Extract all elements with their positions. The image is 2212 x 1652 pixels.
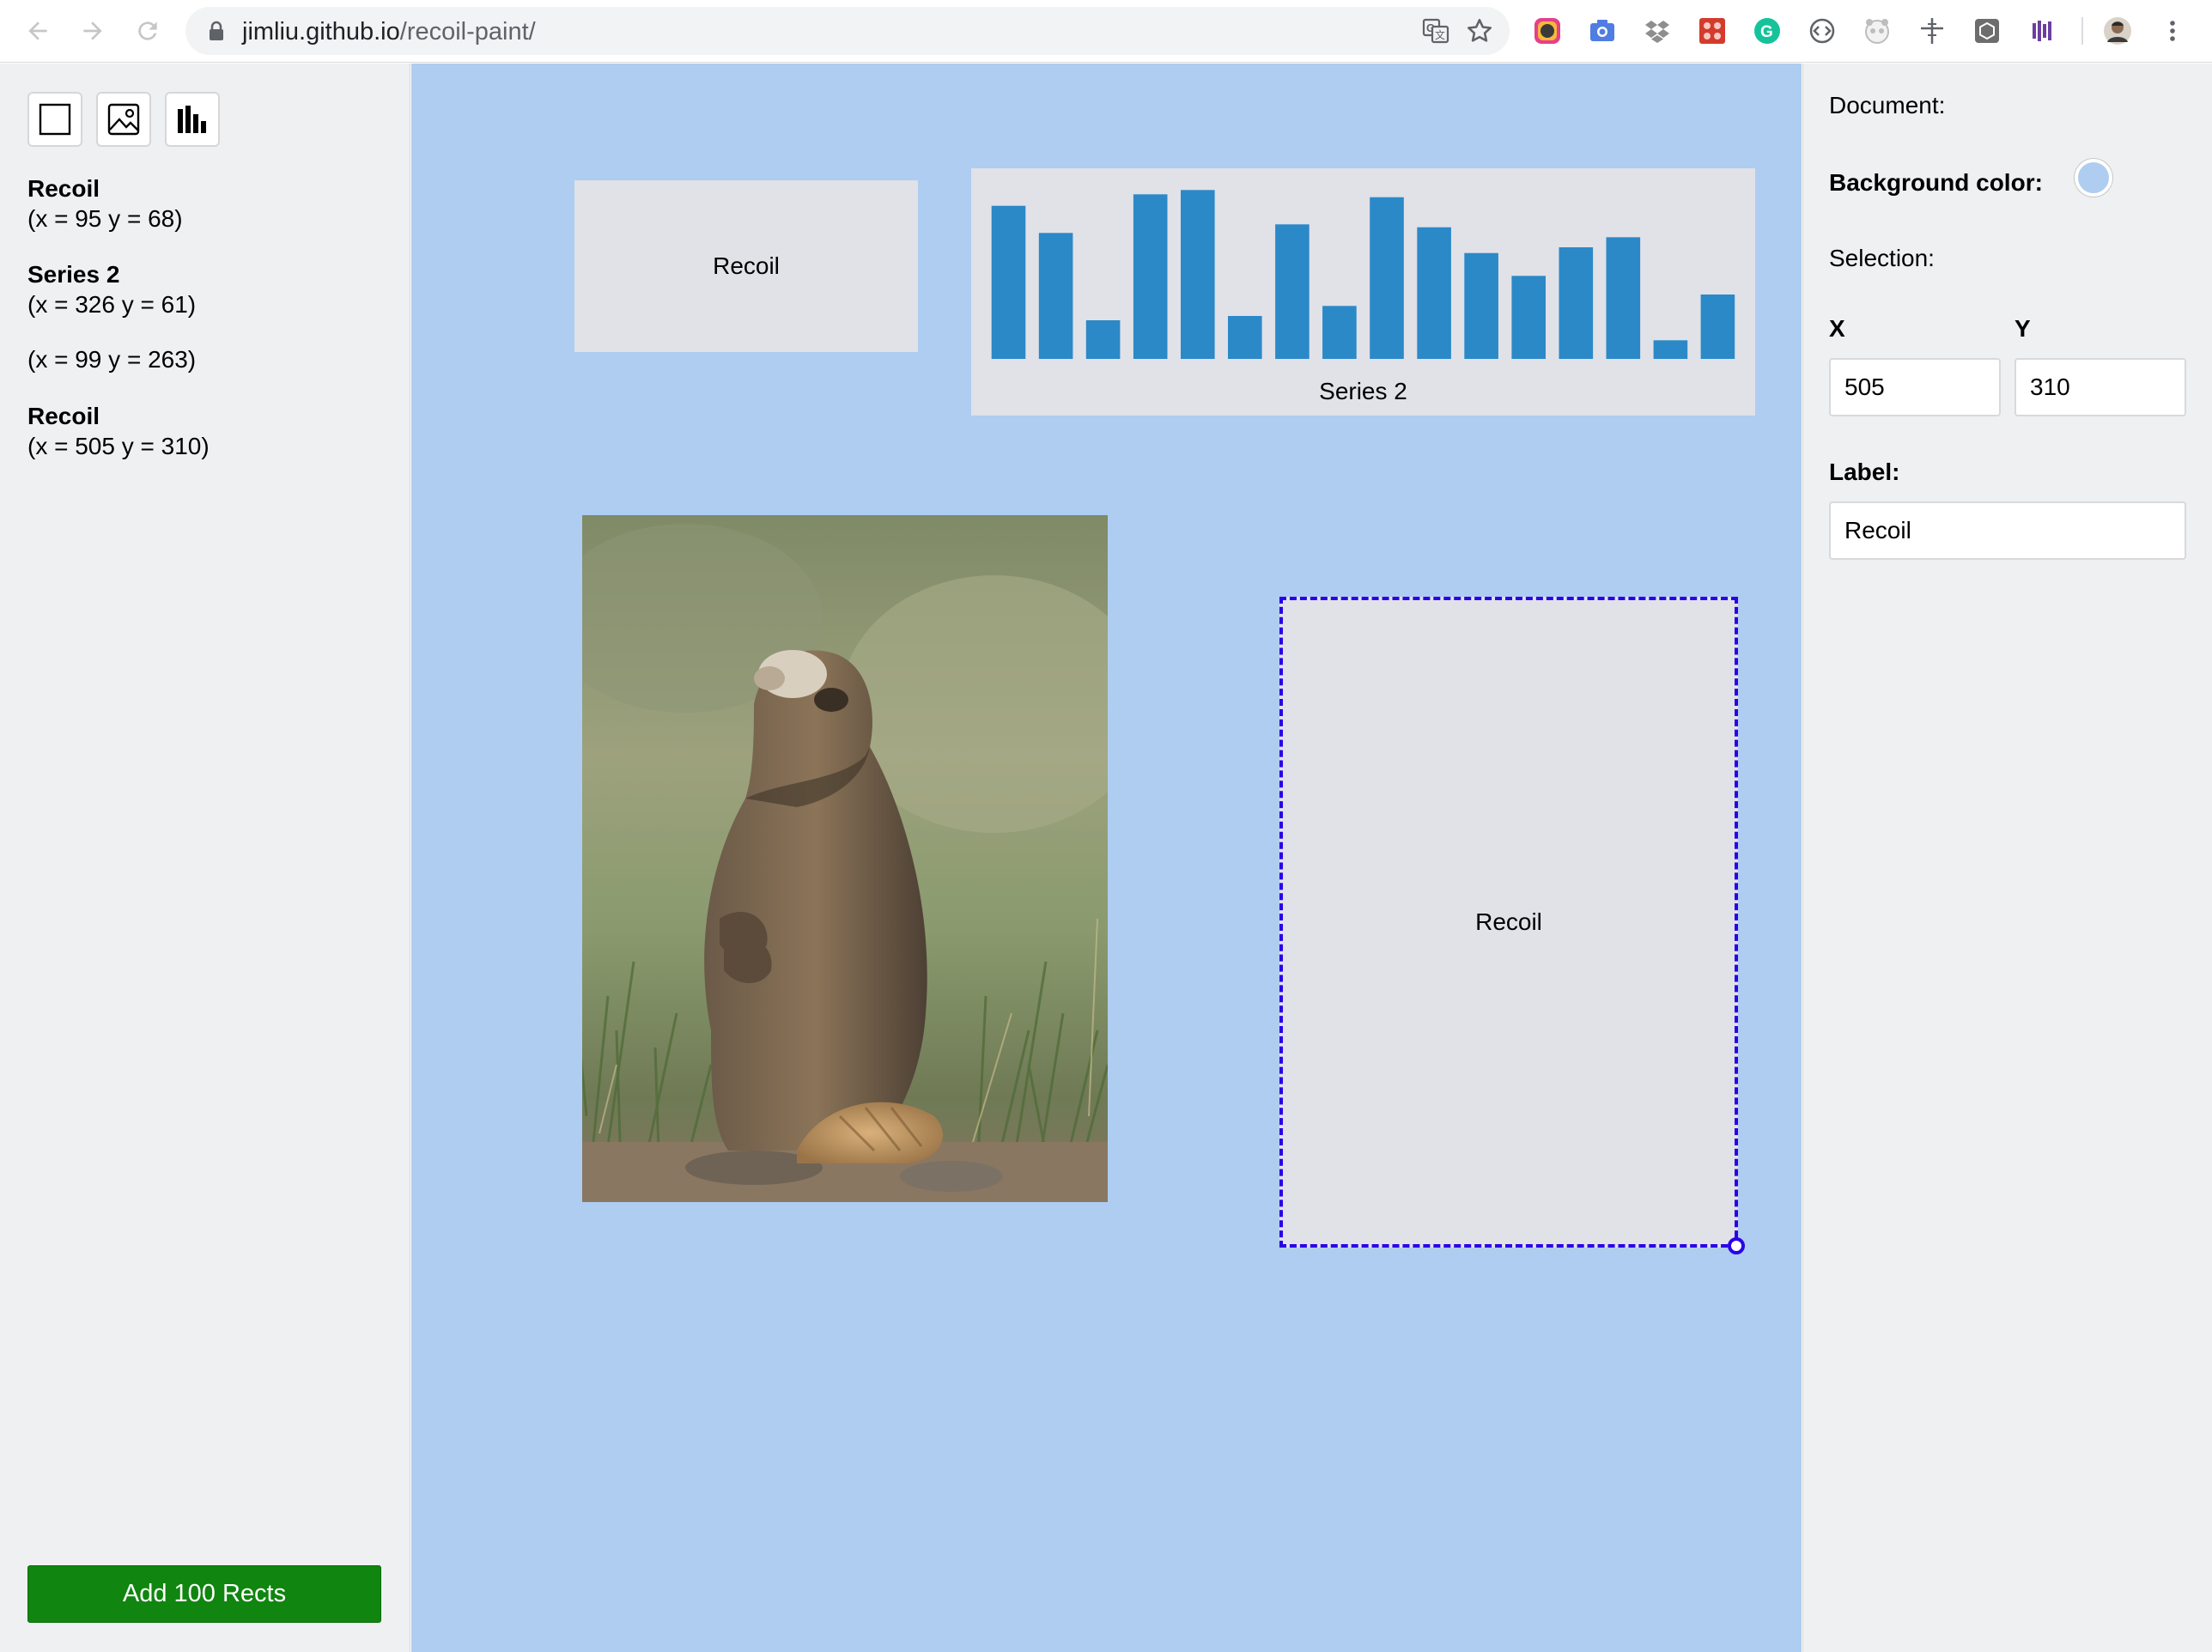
x-field-label: X xyxy=(1829,315,1845,342)
address-bar[interactable]: jimliu.github.io/recoil-paint/ G 文 xyxy=(185,7,1510,55)
toolbar-divider xyxy=(2081,17,2083,45)
chart-bar xyxy=(1275,224,1310,359)
chart-bar xyxy=(1700,295,1735,359)
layer-name: Series 2 xyxy=(27,261,120,288)
url-text: jimliu.github.io/recoil-paint/ xyxy=(242,18,536,46)
chart-bar xyxy=(1464,252,1498,359)
chart-bar xyxy=(1228,316,1262,359)
browser-toolbar: jimliu.github.io/recoil-paint/ G 文 G xyxy=(0,0,2212,63)
translate-icon[interactable]: G 文 xyxy=(1422,17,1449,45)
x-input[interactable] xyxy=(1829,358,2001,416)
chart-bar xyxy=(1417,227,1451,359)
bars-extension-icon[interactable] xyxy=(2027,15,2057,46)
layer-item[interactable]: (x = 99 y = 263) xyxy=(27,344,196,374)
label-field-label: Label: xyxy=(1829,459,1900,485)
bar-chart xyxy=(991,190,1735,359)
y-input[interactable] xyxy=(2014,358,2186,416)
more-menu-icon[interactable] xyxy=(2157,15,2188,46)
chart-bar xyxy=(1559,247,1594,359)
canvas[interactable]: Recoil Series 2 Recoil xyxy=(411,64,1802,1652)
lock-icon xyxy=(210,21,223,40)
chart-bar xyxy=(1181,190,1215,359)
profile-avatar[interactable] xyxy=(2102,15,2133,46)
dropbox-extension-icon[interactable] xyxy=(1642,15,1673,46)
layer-item[interactable]: Recoil (x = 505 y = 310) xyxy=(27,401,210,461)
camera-extension-icon[interactable] xyxy=(1587,15,1618,46)
add-chart-button[interactable] xyxy=(165,92,220,147)
layer-coords: (x = 326 y = 61) xyxy=(27,291,197,318)
layer-coords: (x = 95 y = 68) xyxy=(27,205,183,232)
url-host: jimliu.github.io xyxy=(242,18,400,46)
rect-tool-icon xyxy=(39,103,71,136)
layers-sidebar: Recoil (x = 95 y = 68) Series 2 (x = 326… xyxy=(0,64,410,1652)
ruler-extension-icon[interactable] xyxy=(1917,15,1948,46)
label-input[interactable] xyxy=(1829,501,2186,560)
chart-bar xyxy=(1085,320,1121,359)
background-color-picker[interactable] xyxy=(2075,159,2112,197)
chart-bar xyxy=(1606,237,1641,359)
url-path: /recoil-paint/ xyxy=(399,18,536,46)
rect-label: Recoil xyxy=(713,252,780,279)
selection-heading: Selection: xyxy=(1829,245,1935,271)
document-heading: Document: xyxy=(1829,92,1946,118)
layer-item[interactable]: Recoil (x = 95 y = 68) xyxy=(27,173,183,234)
canvas-rect-selected[interactable]: Recoil xyxy=(1279,597,1738,1248)
rect-label: Recoil xyxy=(1475,908,1542,935)
chart-bar xyxy=(1511,276,1546,359)
chart-bar xyxy=(1370,197,1404,359)
cube-extension-icon[interactable] xyxy=(1972,15,2002,46)
layer-item[interactable]: Series 2 (x = 326 y = 61) xyxy=(27,259,196,319)
panda-extension-icon[interactable] xyxy=(1862,15,1893,46)
canvas-chart[interactable]: Series 2 xyxy=(971,168,1755,416)
layer-name: Recoil xyxy=(27,175,100,202)
add-rect-button[interactable] xyxy=(27,92,82,147)
layer-coords: (x = 505 y = 310) xyxy=(27,433,210,459)
chart-bar xyxy=(1322,306,1357,359)
resize-handle[interactable] xyxy=(1728,1237,1745,1254)
canvas-rect[interactable]: Recoil xyxy=(574,180,918,352)
puzzle-extension-icon[interactable] xyxy=(1697,15,1728,46)
marmot-photo xyxy=(582,515,1108,1202)
inspector-panel: Document: Background color: Selection: X… xyxy=(1802,64,2212,1652)
code-extension-icon[interactable] xyxy=(1807,15,1838,46)
star-icon[interactable] xyxy=(1465,16,1494,46)
canvas-image[interactable] xyxy=(582,515,1108,1202)
svg-text:G: G xyxy=(1760,23,1773,41)
y-field-label: Y xyxy=(2014,315,2031,342)
layer-coords: (x = 99 y = 263) xyxy=(27,346,197,373)
color-picker-extension-icon[interactable] xyxy=(1532,15,1563,46)
reload-icon[interactable] xyxy=(131,14,165,48)
forward-icon[interactable] xyxy=(76,14,110,48)
chart-bar xyxy=(1133,194,1168,359)
add-image-button[interactable] xyxy=(96,92,151,147)
chart-bar xyxy=(1653,340,1688,359)
svg-text:文: 文 xyxy=(1435,28,1445,41)
layer-name: Recoil xyxy=(27,403,100,429)
background-color-label: Background color: xyxy=(1829,169,2043,196)
chart-bar xyxy=(1038,233,1073,359)
image-tool-icon xyxy=(107,103,140,136)
chart-tool-icon xyxy=(178,106,206,133)
chart-bar xyxy=(991,205,1026,359)
add-100-rects-button[interactable]: Add 100 Rects xyxy=(27,1565,381,1623)
back-icon[interactable] xyxy=(21,14,55,48)
grammarly-extension-icon[interactable]: G xyxy=(1752,15,1783,46)
chart-series-label: Series 2 xyxy=(1319,378,1407,404)
